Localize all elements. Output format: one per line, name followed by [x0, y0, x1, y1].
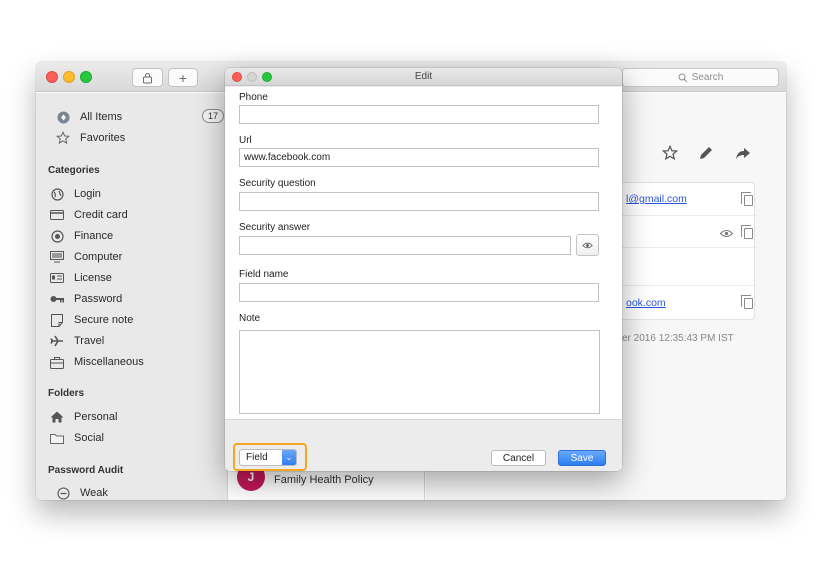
- sidebar-item-label: Computer: [74, 251, 123, 263]
- dialog-titlebar: Edit: [225, 68, 622, 86]
- sidebar-item-license[interactable]: License: [48, 269, 112, 287]
- search-placeholder: Search: [691, 72, 724, 83]
- sidebar-item-label: Favorites: [80, 132, 126, 144]
- lock-icon: [143, 72, 152, 83]
- sidebar-item-secure-note[interactable]: Secure note: [48, 311, 133, 329]
- sidebar-item-computer[interactable]: Computer: [48, 248, 122, 266]
- sidebar-item-label: Login: [74, 188, 101, 200]
- share-arrow-icon[interactable]: [735, 145, 751, 166]
- minus-circle-icon: [54, 486, 72, 500]
- search-field[interactable]: Search: [622, 68, 779, 87]
- url-label: Url: [239, 135, 252, 146]
- sidebar-item-label: Finance: [74, 230, 114, 242]
- copy-icon[interactable]: [741, 192, 753, 206]
- sidebar-item-personal[interactable]: Personal: [48, 408, 117, 426]
- sidebar-item-favorites[interactable]: Favorites: [54, 129, 125, 147]
- sidebar-item-credit-card[interactable]: Credit card: [48, 206, 128, 224]
- star-outline-icon: [54, 131, 72, 145]
- copy-icon[interactable]: [741, 225, 753, 239]
- briefcase-icon: [48, 356, 66, 369]
- dialog-title: Edit: [414, 71, 433, 82]
- sidebar-item-miscellaneous[interactable]: Miscellaneous: [48, 353, 144, 371]
- reveal-answer-button[interactable]: [576, 234, 599, 256]
- note-label: Note: [239, 313, 261, 324]
- field-type-select[interactable]: Field ⌄: [239, 449, 297, 466]
- security-question-label: Security question: [239, 178, 316, 189]
- sidebar-item-label: Weak: [80, 487, 108, 499]
- copy-icon[interactable]: [741, 295, 753, 309]
- folders-heading: Folders: [48, 388, 85, 399]
- email-link[interactable]: l@gmail.com: [626, 193, 687, 205]
- list-item-title: Family Health Policy: [274, 474, 374, 486]
- sidebar-item-label: Secure note: [74, 314, 134, 326]
- note-field[interactable]: [239, 330, 600, 414]
- home-icon: [48, 411, 66, 423]
- key-icon: [48, 295, 66, 303]
- security-question-field[interactable]: [239, 192, 599, 211]
- finance-icon: [48, 229, 66, 243]
- close-window-button[interactable]: [46, 71, 58, 83]
- add-item-button[interactable]: +: [168, 68, 198, 87]
- sidebar-item-label: Credit card: [74, 209, 128, 221]
- phone-label: Phone: [239, 92, 268, 103]
- cancel-button[interactable]: Cancel: [491, 450, 546, 466]
- star-icon[interactable]: [661, 144, 679, 166]
- all-items-count-badge: 17: [202, 109, 225, 123]
- security-answer-field[interactable]: [239, 236, 571, 255]
- field-name-field[interactable]: [239, 283, 599, 302]
- sidebar-item-label: Social: [74, 432, 104, 444]
- modified-timestamp: er 2016 12:35:43 PM IST: [622, 333, 734, 344]
- sidebar-item-password[interactable]: Password: [48, 290, 122, 308]
- all-items-icon: [54, 111, 72, 124]
- url-link[interactable]: ook.com: [626, 297, 666, 309]
- screen: + Search All Items 17 Favorites Categori…: [0, 0, 820, 572]
- sidebar-item-travel[interactable]: Travel: [48, 332, 104, 350]
- folder-icon: [48, 433, 66, 444]
- field-type-select-value: Field: [246, 452, 268, 463]
- edit-dialog: Edit Phone Url Security question Securit…: [225, 68, 622, 471]
- password-audit-heading: Password Audit: [48, 465, 124, 476]
- eye-icon: [582, 242, 593, 248]
- categories-heading: Categories: [48, 165, 100, 176]
- plane-icon: [48, 334, 66, 348]
- sidebar-item-label: Miscellaneous: [74, 356, 144, 368]
- sidebar: All Items 17 Favorites Categories Login …: [36, 93, 228, 500]
- plus-icon: +: [178, 69, 188, 86]
- pencil-icon[interactable]: [698, 145, 714, 166]
- eye-icon[interactable]: [719, 225, 734, 243]
- sidebar-item-finance[interactable]: Finance: [48, 227, 113, 245]
- sidebar-item-label: Personal: [74, 411, 118, 423]
- dialog-body: Phone Url Security question Security ans…: [225, 87, 622, 471]
- url-field[interactable]: [239, 148, 599, 167]
- phone-field[interactable]: [239, 105, 599, 124]
- search-icon: [678, 73, 688, 82]
- field-name-label: Field name: [239, 269, 289, 280]
- sidebar-item-all-items[interactable]: All Items: [54, 108, 122, 126]
- sidebar-item-label: Travel: [74, 335, 105, 347]
- sidebar-item-social[interactable]: Social: [48, 429, 104, 447]
- credit-card-icon: [48, 210, 66, 220]
- security-answer-label: Security answer: [239, 222, 311, 233]
- dialog-footer: Field ⌄ Cancel Save: [225, 419, 622, 471]
- lock-button[interactable]: [132, 68, 163, 87]
- sidebar-item-weak[interactable]: Weak: [54, 484, 108, 500]
- sidebar-item-label: License: [74, 272, 112, 284]
- minimize-window-button[interactable]: [63, 71, 75, 83]
- chevron-down-icon: ⌄: [282, 450, 296, 465]
- sidebar-item-label: Password: [74, 293, 123, 305]
- zoom-window-button[interactable]: [80, 71, 92, 83]
- computer-icon: [48, 251, 66, 263]
- sidebar-item-login[interactable]: Login: [48, 185, 101, 203]
- sidebar-item-label: All Items: [80, 111, 123, 123]
- license-icon: [48, 273, 66, 283]
- globe-icon: [48, 187, 66, 201]
- note-icon: [48, 313, 66, 327]
- save-button[interactable]: Save: [558, 450, 606, 466]
